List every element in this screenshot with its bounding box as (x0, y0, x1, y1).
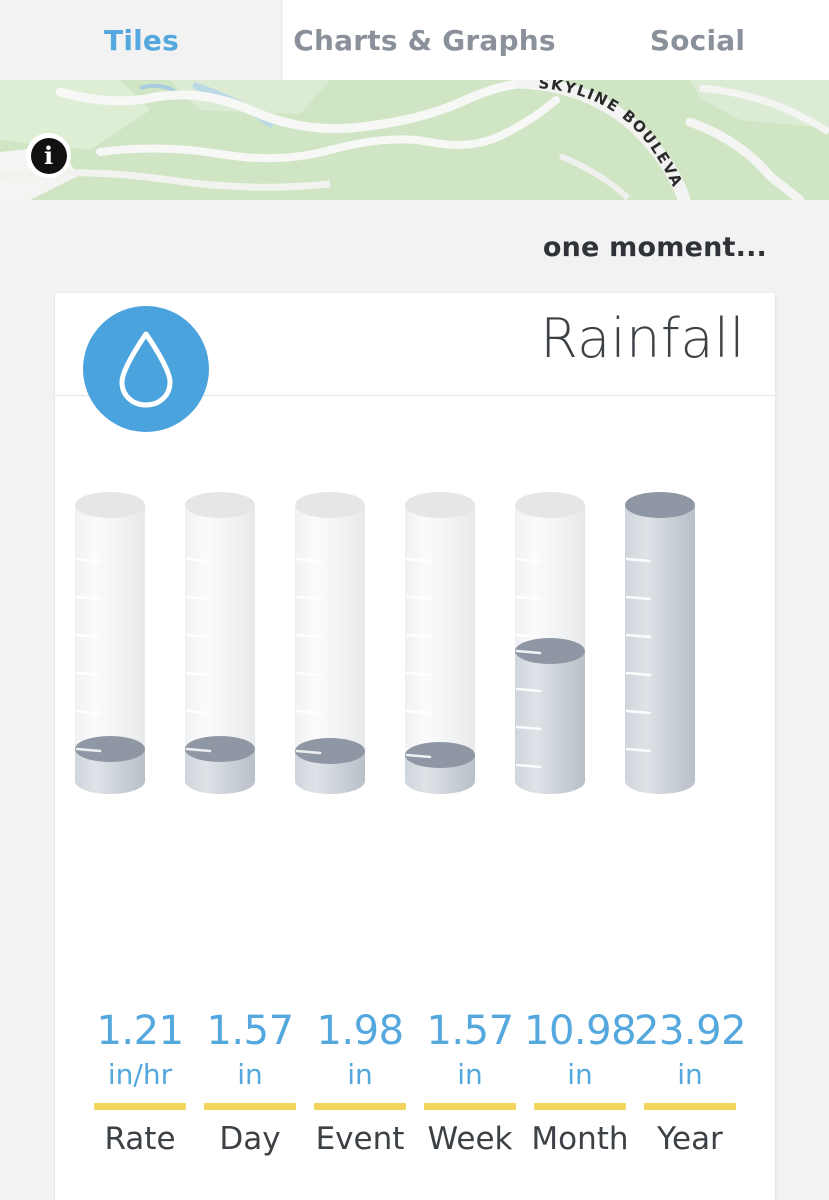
gauge-rate[interactable] (75, 492, 145, 794)
readout-divider (534, 1103, 626, 1110)
app-screen: Tiles Charts & Graphs Social SKYLINE BOU… (0, 0, 829, 1200)
gauge-year[interactable] (625, 492, 695, 794)
readout-day[interactable]: 1.57 in Day (195, 1011, 305, 1155)
info-icon: i (30, 137, 67, 174)
gauge-week[interactable] (405, 492, 475, 794)
water-drop-icon (83, 306, 209, 432)
readout-unit: in (347, 1058, 373, 1091)
gauge-day[interactable] (185, 492, 255, 794)
readout-unit: in (677, 1058, 703, 1091)
tab-tiles-label: Tiles (104, 23, 179, 57)
readout-value: 10.98 (524, 1008, 637, 1054)
map-strip[interactable]: SKYLINE BOULEVA (0, 80, 829, 200)
readout-rate[interactable]: 1.21 in/hr Rate (85, 1011, 195, 1155)
readout-week[interactable]: 1.57 in Week (415, 1011, 525, 1155)
gauge-event[interactable] (295, 492, 365, 794)
readout-divider (204, 1103, 296, 1110)
page-title: Rainfall (540, 307, 745, 370)
tab-tiles[interactable]: Tiles (0, 0, 283, 80)
readout-value: 1.98 (316, 1008, 404, 1054)
gauge-readout-row: 1.21 in/hr Rate 1.57 in Day 1.98 in Even… (85, 1008, 747, 1157)
tab-bar: Tiles Charts & Graphs Social (0, 0, 829, 80)
map-info-button[interactable]: i (26, 133, 71, 178)
readout-unit: in/hr (107, 1058, 173, 1091)
readout-event[interactable]: 1.98 in Event (305, 1011, 415, 1155)
readout-unit: in (567, 1058, 593, 1091)
readout-value: 1.21 (96, 1008, 184, 1054)
readout-label: Week (427, 1121, 513, 1157)
readout-divider (314, 1103, 406, 1110)
readout-value: 1.57 (426, 1008, 514, 1054)
readout-divider (94, 1103, 186, 1110)
readout-month[interactable]: 10.98 in Month (524, 1008, 637, 1157)
gauge-month[interactable] (515, 492, 585, 794)
readout-label: Day (219, 1121, 281, 1157)
rain-gauge-chart (75, 492, 695, 794)
map-canvas: SKYLINE BOULEVA (0, 80, 829, 200)
readout-year[interactable]: 23.92 in Year (634, 1008, 747, 1157)
readout-divider (424, 1103, 516, 1110)
readout-value: 1.57 (206, 1008, 294, 1054)
rainfall-card: Rainfall 1.21 in/hr Rate 1.57 in Day 1.9… (55, 293, 775, 1200)
status-message: one moment... (542, 232, 767, 263)
readout-unit: in (457, 1058, 483, 1091)
readout-label: Rate (104, 1121, 176, 1157)
readout-label: Month (531, 1121, 629, 1157)
tab-charts-label: Charts & Graphs (293, 23, 556, 57)
readout-label: Event (315, 1121, 405, 1157)
water-drop-glyph (119, 331, 173, 408)
readout-label: Year (657, 1121, 723, 1157)
readout-divider (644, 1103, 736, 1110)
readout-unit: in (237, 1058, 263, 1091)
rain-gauge-group (55, 483, 775, 803)
tab-social-label: Social (649, 23, 746, 57)
readout-value: 23.92 (634, 1008, 747, 1054)
tab-social[interactable]: Social (566, 0, 829, 80)
tab-charts-and-graphs[interactable]: Charts & Graphs (283, 0, 566, 80)
